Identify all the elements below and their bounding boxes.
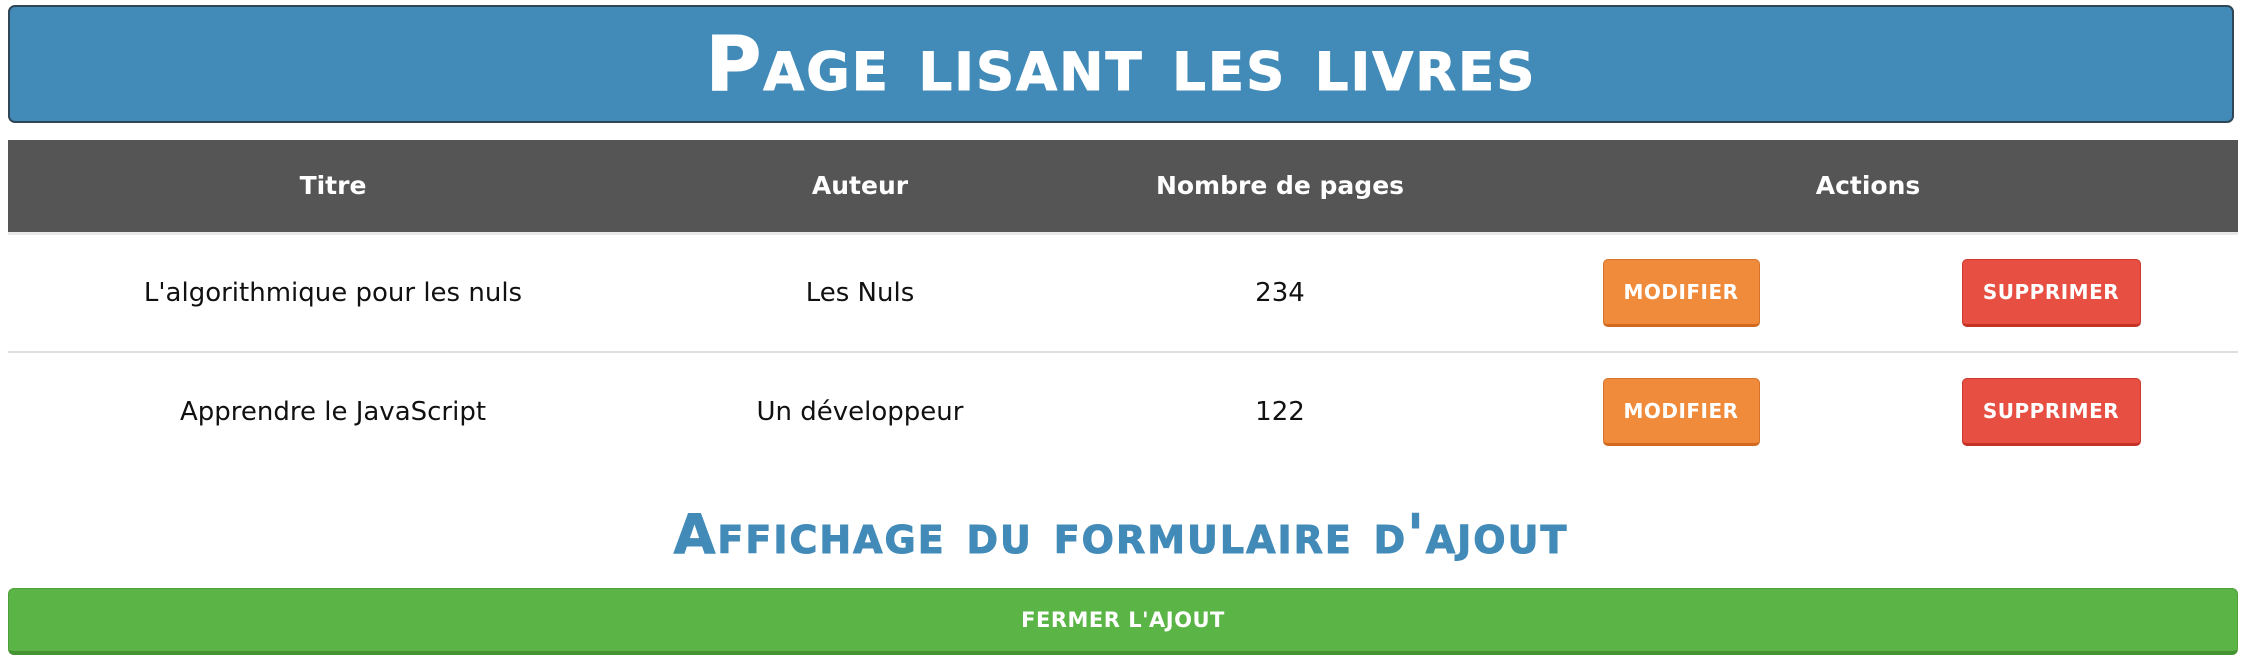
modify-cell: MODIFIER: [1498, 233, 1864, 353]
table-body: L'algorithmique pour les nuls Les Nuls 2…: [8, 233, 2239, 471]
book-title-cell: Apprendre le JavaScript: [179, 397, 487, 427]
book-author-cell: Les Nuls: [658, 233, 1062, 353]
books-table: Titre Auteur Nombre de pages Actions L'a…: [8, 140, 2239, 471]
modify-button[interactable]: MODIFIER: [1602, 258, 1760, 327]
column-header-actions: Actions: [1498, 140, 2239, 235]
close-add-form-button[interactable]: FERMER L'AJOUT: [8, 588, 2238, 655]
page-header: Page lisant les livres: [8, 5, 2234, 123]
table-row: L'algorithmique pour les nuls Les Nuls 2…: [8, 233, 2239, 353]
table-header-row: Titre Auteur Nombre de pages Actions: [8, 140, 2239, 235]
column-header-author: Auteur: [658, 140, 1062, 235]
modify-button[interactable]: MODIFIER: [1602, 378, 1760, 446]
books-page: Page lisant les livres Titre Auteur Nomb…: [0, 0, 2242, 660]
table-header: Titre Auteur Nombre de pages Actions: [8, 140, 2239, 235]
delete-button[interactable]: SUPPRIMER: [1961, 378, 2141, 446]
delete-cell: SUPPRIMER: [1864, 352, 2238, 471]
page-title: Page lisant les livres: [705, 19, 1537, 108]
delete-button[interactable]: SUPPRIMER: [1961, 258, 2141, 327]
form-section-title: Affichage du formulaire d'ajout: [673, 503, 1569, 566]
column-header-title: Titre: [8, 140, 658, 235]
table-row: Apprendre le JavaScript Un développeur 1…: [8, 352, 2238, 471]
book-title-cell: L'algorithmique pour les nuls: [8, 233, 658, 353]
modify-cell: MODIFIER: [1498, 352, 1864, 471]
book-author-cell: Un développeur: [756, 397, 964, 427]
column-header-pages: Nombre de pages: [1062, 140, 1498, 235]
book-pages-cell: 234: [1062, 233, 1498, 353]
delete-cell: SUPPRIMER: [1864, 233, 2239, 353]
book-pages-cell: 122: [1255, 397, 1305, 427]
